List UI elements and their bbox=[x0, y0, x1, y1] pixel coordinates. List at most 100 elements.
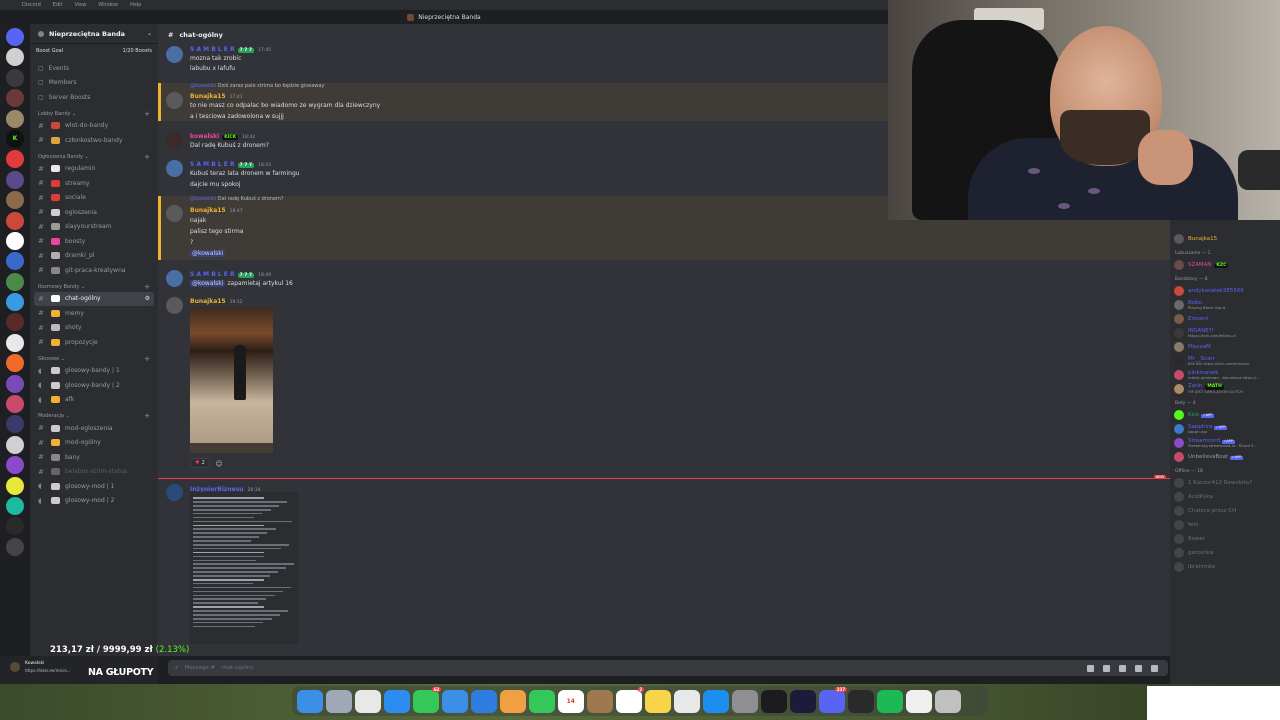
channel-memy[interactable]: # memy bbox=[30, 306, 158, 321]
member-item[interactable]: flower bbox=[1170, 532, 1280, 546]
sticker-icon[interactable] bbox=[1119, 664, 1126, 672]
channel-bany[interactable]: # bany bbox=[30, 450, 158, 465]
obs-icon[interactable] bbox=[847, 689, 874, 713]
apps-icon[interactable] bbox=[1151, 664, 1158, 672]
category-1[interactable]: Ogłoszenia Bandy ⌄ + bbox=[30, 152, 158, 162]
channel-mod-ogloszenia[interactable]: # mod-ogloszenia bbox=[30, 421, 158, 436]
freeform-icon[interactable] bbox=[673, 689, 700, 713]
gif-icon[interactable] bbox=[1103, 664, 1110, 672]
menu-server-boosts[interactable]: ▢ Server Boosts bbox=[30, 90, 158, 105]
menu-events[interactable]: ▢ Events bbox=[30, 61, 158, 76]
channel-wlot-do-bandy[interactable]: # wlot-do-bandy bbox=[30, 119, 158, 134]
avatar[interactable] bbox=[166, 160, 183, 177]
avatar[interactable] bbox=[166, 132, 183, 149]
member-item[interactable]: Streamcord ✓APP Streaming streamcord.io - … bbox=[1170, 436, 1280, 450]
channel-afk[interactable]: ◖ afk bbox=[30, 393, 158, 408]
username[interactable]: Bunajka15 17:41 bbox=[190, 93, 243, 100]
server-icon-9[interactable] bbox=[6, 191, 24, 210]
server-header[interactable]: Nieprzeciętna Banda ⌄ bbox=[30, 24, 158, 44]
member-item[interactable]: Bobo Playing Black Ops 6 bbox=[1170, 298, 1280, 312]
member-item[interactable]: Sapphire ✓APP sapph.xyz bbox=[1170, 422, 1280, 436]
channel-boosty[interactable]: # boosty bbox=[30, 234, 158, 249]
server-icon-14[interactable] bbox=[6, 293, 24, 312]
add-reaction-icon[interactable]: ☺ bbox=[214, 459, 224, 469]
channel-glosowy-mod-1[interactable]: ◖ glosowy-mod | 1 bbox=[30, 479, 158, 494]
channel-git-praca-kreatywna[interactable]: # git-praca-kreatywna bbox=[30, 263, 158, 278]
photos-icon[interactable] bbox=[499, 689, 526, 713]
appstore-blue-icon[interactable] bbox=[470, 689, 497, 713]
spotify-icon[interactable] bbox=[876, 689, 903, 713]
avatar[interactable] bbox=[166, 297, 183, 314]
notes-icon[interactable] bbox=[644, 689, 671, 713]
member-item[interactable]: MaxxaM bbox=[1170, 340, 1280, 354]
document-image-attachment[interactable] bbox=[190, 492, 298, 644]
username[interactable]: Bunajka15 18:47 bbox=[190, 207, 243, 214]
member-item[interactable]: felo bbox=[1170, 518, 1280, 532]
video-controls[interactable] bbox=[190, 443, 273, 453]
channel-regulamin[interactable]: # regulamin bbox=[30, 162, 158, 177]
member-item[interactable]: Eroseni bbox=[1170, 312, 1280, 326]
server-icon-20[interactable] bbox=[6, 415, 24, 434]
image-attachment[interactable] bbox=[190, 307, 273, 453]
channel-slayyourstream[interactable]: # slayyourstream bbox=[30, 220, 158, 235]
server-icon-10[interactable] bbox=[6, 211, 24, 230]
username[interactable]: S A M B L E R7 7 7 17:45 bbox=[190, 46, 271, 53]
menu-item[interactable]: View bbox=[74, 2, 86, 8]
channel-glosowy-bandy-1[interactable]: ◖ glosowy-bandy | 1 bbox=[30, 364, 158, 379]
avatar[interactable] bbox=[166, 205, 183, 222]
menu-members[interactable]: ▢ Members bbox=[30, 76, 158, 91]
emoji-icon[interactable] bbox=[1135, 664, 1142, 672]
category-3[interactable]: Głosowe ⌄ + bbox=[30, 354, 158, 364]
safari-icon[interactable] bbox=[383, 689, 410, 713]
username[interactable]: S A M B L E R7 7 7 18:43 bbox=[190, 161, 271, 168]
member-item[interactable]: Bunajka15 bbox=[1170, 232, 1280, 246]
gift-icon[interactable] bbox=[1087, 664, 1094, 672]
add-channel-icon[interactable]: + bbox=[144, 153, 150, 161]
server-icon-17[interactable] bbox=[6, 354, 24, 373]
channel-sociale[interactable]: # sociale bbox=[30, 191, 158, 206]
member-item[interactable]: INSANE?! https://kick.com/e5ons-cl bbox=[1170, 326, 1280, 340]
add-channel-icon[interactable]: + bbox=[144, 355, 150, 363]
settings-icon[interactable] bbox=[731, 689, 758, 713]
server-icon-5[interactable] bbox=[6, 109, 24, 128]
avatar[interactable] bbox=[166, 92, 183, 109]
server-icon-23[interactable] bbox=[6, 476, 24, 495]
document-icon[interactable] bbox=[905, 689, 932, 713]
server-icon-18[interactable] bbox=[6, 374, 24, 393]
grid-icon[interactable] bbox=[789, 689, 816, 713]
server-icon-16[interactable] bbox=[6, 333, 24, 352]
facetime-icon[interactable] bbox=[528, 689, 555, 713]
discord-home-icon[interactable] bbox=[6, 28, 24, 46]
server-icon-25[interactable] bbox=[6, 517, 24, 536]
server-icon-4[interactable] bbox=[6, 89, 24, 108]
menu-item[interactable]: Help bbox=[130, 2, 141, 8]
member-item[interactable]: Chaloca prosz CH bbox=[1170, 504, 1280, 518]
launchpad-icon[interactable] bbox=[325, 689, 352, 713]
channel-glosowy-bandy-2[interactable]: ◖ glosowy-bandy | 2 bbox=[30, 378, 158, 393]
reply-preview[interactable]: @kowalski Dal radę Kubuś z dronem? bbox=[190, 196, 284, 202]
category-0[interactable]: Lobby Bandy ⌄ + bbox=[30, 109, 158, 119]
channel-belabox-strim-status[interactable]: # belabox-strim-status bbox=[30, 465, 158, 480]
member-item[interactable]: AcidPuka bbox=[1170, 490, 1280, 504]
member-item[interactable]: 1 Kaczor412 Rewolota? bbox=[1170, 476, 1280, 490]
user-mention[interactable]: @kowalski bbox=[190, 250, 226, 257]
menu-app[interactable]: Discord bbox=[22, 2, 41, 8]
member-item[interactable]: UnbelievaBoat ✓APP bbox=[1170, 450, 1280, 464]
server-icon-8[interactable] bbox=[6, 170, 24, 189]
channel-propozycje[interactable]: # propozycje bbox=[30, 335, 158, 350]
user-mention[interactable]: @kowalski bbox=[190, 280, 226, 287]
server-icon-7[interactable] bbox=[6, 150, 24, 169]
server-icon-3[interactable] bbox=[6, 68, 24, 87]
menu-item[interactable]: Edit bbox=[53, 2, 63, 8]
avatar[interactable] bbox=[166, 484, 183, 501]
message-composer[interactable]: + Message # chat-ogólny bbox=[168, 660, 1168, 676]
channel-shoty[interactable]: # shoty bbox=[30, 321, 158, 336]
member-item[interactable]: pinkmanek młody pimkman - barcelona https… bbox=[1170, 368, 1280, 382]
server-icon-15[interactable] bbox=[6, 313, 24, 332]
channel-glosowy-mod-2[interactable]: ◖ glosowy-mod | 2 bbox=[30, 494, 158, 509]
finder-icon[interactable] bbox=[297, 689, 323, 713]
terminal-icon[interactable] bbox=[760, 689, 787, 713]
appstore-icon[interactable] bbox=[702, 689, 729, 713]
add-channel-icon[interactable]: + bbox=[144, 412, 150, 420]
username[interactable]: kowalski KICK 18:42 bbox=[190, 133, 255, 140]
